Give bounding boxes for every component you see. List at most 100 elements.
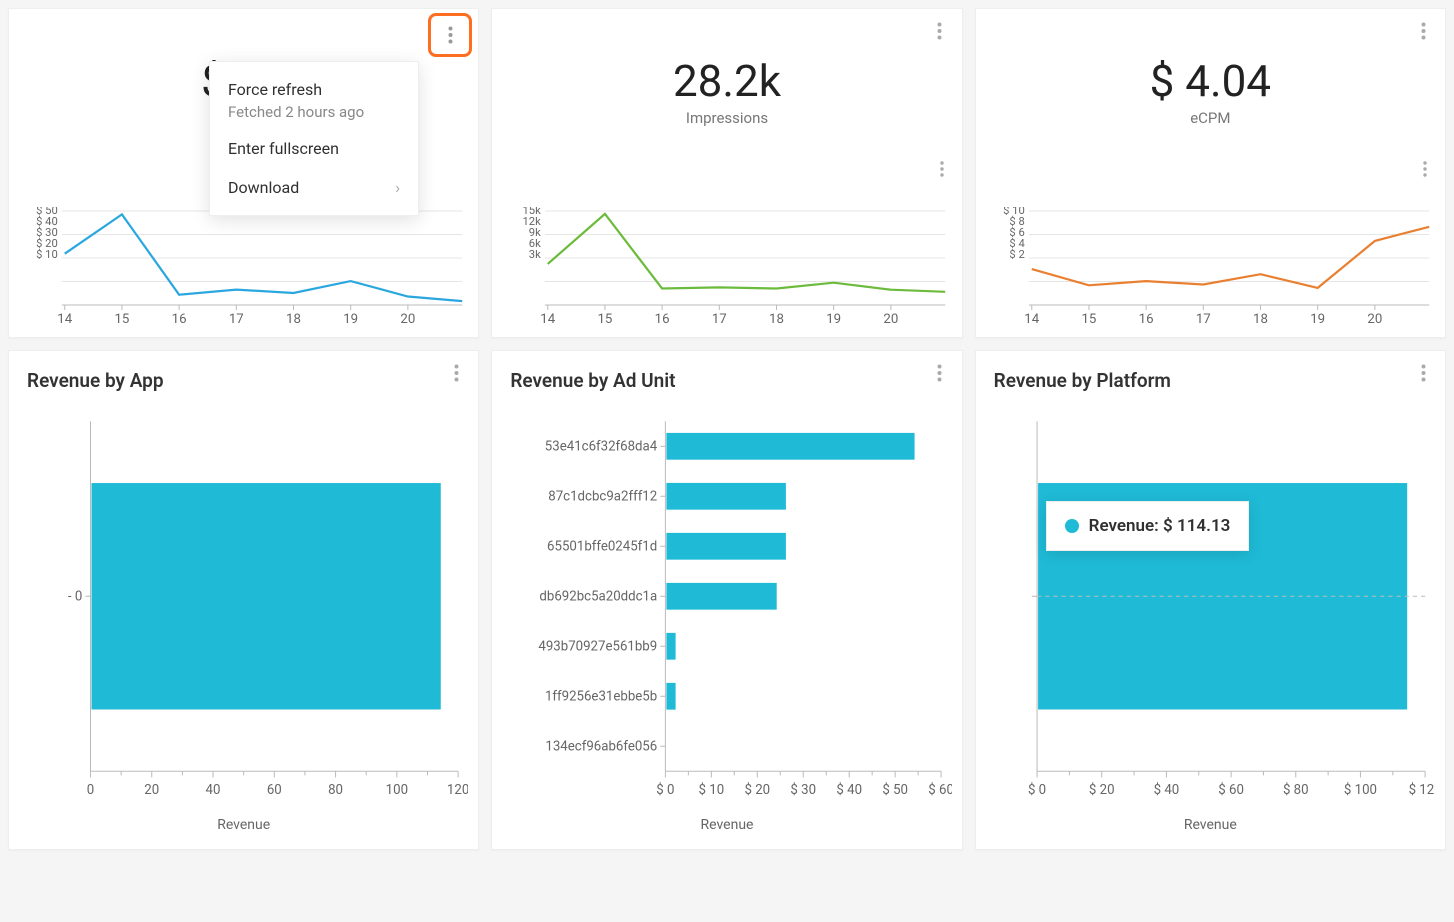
chart-body: 0 20 40 60 80 100 120 - 0 Revenue xyxy=(19,411,468,833)
svg-text:19: 19 xyxy=(827,312,842,327)
metric-value: $ 4.04 xyxy=(976,57,1445,105)
sparkline-revenue: $ 50$ 40$ 30$ 20$ 1014151617181920 xyxy=(19,207,468,327)
metric-card-impressions: 28.2k Impressions 15k12k9k6k3k1415161718… xyxy=(491,8,962,338)
x-axis-label: Revenue xyxy=(502,817,951,833)
x-axis-label: Revenue xyxy=(986,817,1435,833)
kebab-menu-button[interactable] xyxy=(1409,359,1437,387)
chart-card-revenue-by-adunit: Revenue by Ad Unit $ 0$ 10$ 20$ 30$ 40$ … xyxy=(491,350,962,850)
kebab-menu-button[interactable] xyxy=(926,17,954,45)
kebab-menu-button[interactable] xyxy=(442,359,470,387)
svg-text:$ 10: $ 10 xyxy=(36,248,58,261)
svg-text:17: 17 xyxy=(712,312,727,327)
menu-download-label: Download xyxy=(228,178,299,197)
metric-header: 28.2k Impressions xyxy=(492,9,961,127)
svg-text:53e41c6f32f68da4: 53e41c6f32f68da4 xyxy=(545,439,658,454)
card-action-menu: Force refresh Fetched 2 hours ago Enter … xyxy=(209,61,419,216)
kebab-icon xyxy=(448,26,453,44)
svg-text:$ 20: $ 20 xyxy=(1089,783,1115,798)
chart-title: Revenue by Ad Unit xyxy=(500,369,953,400)
svg-text:$ 120: $ 120 xyxy=(1408,783,1435,798)
chart-card-revenue-by-platform: Revenue by Platform $ 0$ 20$ 40$ 60$ 80$… xyxy=(975,350,1446,850)
svg-text:$ 40: $ 40 xyxy=(1153,783,1179,798)
kebab-icon xyxy=(1421,22,1426,40)
svg-text:- 0: - 0 xyxy=(68,589,82,604)
x-axis-label: Revenue xyxy=(19,817,468,833)
svg-text:80: 80 xyxy=(328,783,343,798)
kebab-menu-button[interactable] xyxy=(428,13,472,57)
svg-text:16: 16 xyxy=(172,312,187,327)
menu-enter-fullscreen[interactable]: Enter fullscreen xyxy=(210,129,418,168)
svg-text:15: 15 xyxy=(114,312,129,327)
chart-body: $ 0$ 20$ 40$ 60$ 80$ 100$ 120 Revenue: $… xyxy=(986,411,1435,833)
menu-fetched-status: Fetched 2 hours ago xyxy=(210,103,418,129)
metric-header: $ 4.04 eCPM xyxy=(976,9,1445,127)
kebab-icon xyxy=(1421,364,1426,382)
chart-body: $ 0$ 10$ 20$ 30$ 40$ 50$ 6053e41c6f32f68… xyxy=(502,411,951,833)
svg-text:20: 20 xyxy=(884,312,899,327)
tooltip-text: Revenue: $ 114.13 xyxy=(1089,516,1231,536)
svg-text:15: 15 xyxy=(598,312,613,327)
svg-text:1ff9256e31ebbe5b: 1ff9256e31ebbe5b xyxy=(545,689,657,704)
menu-download[interactable]: Download › xyxy=(210,168,418,207)
svg-text:$ 60: $ 60 xyxy=(929,783,952,798)
sparkline-impressions: 15k12k9k6k3k14151617181920 xyxy=(502,207,951,327)
svg-text:18: 18 xyxy=(286,312,301,327)
svg-text:100: 100 xyxy=(386,783,408,798)
chart-tooltip: Revenue: $ 114.13 xyxy=(1046,501,1250,551)
metric-label: Impressions xyxy=(492,109,961,127)
svg-text:0: 0 xyxy=(87,783,94,798)
svg-text:60: 60 xyxy=(267,783,282,798)
kebab-icon xyxy=(454,364,459,382)
svg-text:19: 19 xyxy=(1310,312,1325,327)
svg-text:db692bc5a20ddc1a: db692bc5a20ddc1a xyxy=(540,589,658,604)
svg-text:$ 50: $ 50 xyxy=(883,783,909,798)
svg-text:$ 20: $ 20 xyxy=(745,783,771,798)
svg-text:14: 14 xyxy=(1024,312,1040,327)
svg-text:15: 15 xyxy=(1081,312,1096,327)
svg-text:65501bffe0245f1d: 65501bffe0245f1d xyxy=(547,539,657,554)
svg-text:17: 17 xyxy=(1196,312,1211,327)
dashboard: $ 11 Revenue Force refresh Fetched 2 hou… xyxy=(0,0,1454,858)
svg-text:14: 14 xyxy=(541,312,557,327)
svg-text:40: 40 xyxy=(206,783,221,798)
svg-text:$ 0: $ 0 xyxy=(1028,783,1046,798)
kebab-menu-button[interactable] xyxy=(930,157,954,181)
svg-text:$ 40: $ 40 xyxy=(837,783,863,798)
svg-text:19: 19 xyxy=(343,312,358,327)
svg-text:134ecf96ab6fe056: 134ecf96ab6fe056 xyxy=(546,739,658,754)
tooltip-dot-icon xyxy=(1065,519,1079,533)
svg-text:$ 2: $ 2 xyxy=(1009,248,1024,261)
svg-text:18: 18 xyxy=(1253,312,1268,327)
sparkline-ecpm: $ 10$ 8$ 6$ 4$ 214151617181920 xyxy=(986,207,1435,327)
kebab-icon xyxy=(1423,161,1427,177)
metric-card-revenue: $ 11 Revenue Force refresh Fetched 2 hou… xyxy=(8,8,479,338)
svg-text:3k: 3k xyxy=(529,248,541,261)
svg-text:20: 20 xyxy=(144,783,159,798)
svg-text:17: 17 xyxy=(229,312,244,327)
svg-text:$ 0: $ 0 xyxy=(657,783,675,798)
svg-text:16: 16 xyxy=(1138,312,1153,327)
kebab-icon xyxy=(937,364,942,382)
chart-title: Revenue by Platform xyxy=(984,369,1437,400)
svg-text:18: 18 xyxy=(769,312,784,327)
kebab-menu-button[interactable] xyxy=(1413,157,1437,181)
kebab-menu-button[interactable] xyxy=(1409,17,1437,45)
metric-value: 28.2k xyxy=(492,57,961,105)
chart-title: Revenue by App xyxy=(17,369,470,400)
kebab-menu-button[interactable] xyxy=(926,359,954,387)
svg-text:16: 16 xyxy=(655,312,670,327)
svg-text:$ 30: $ 30 xyxy=(791,783,817,798)
metric-label: eCPM xyxy=(976,109,1445,127)
svg-text:120: 120 xyxy=(447,783,468,798)
chevron-right-icon: › xyxy=(395,178,400,197)
metric-card-ecpm: $ 4.04 eCPM $ 10$ 8$ 6$ 4$ 2141516171819… xyxy=(975,8,1446,338)
svg-text:14: 14 xyxy=(57,312,73,327)
svg-text:20: 20 xyxy=(1367,312,1382,327)
svg-text:20: 20 xyxy=(400,312,415,327)
svg-text:$ 100: $ 100 xyxy=(1344,783,1377,798)
svg-text:493b70927e561bb9: 493b70927e561bb9 xyxy=(539,639,658,654)
svg-text:$ 60: $ 60 xyxy=(1218,783,1244,798)
kebab-icon xyxy=(937,22,942,40)
card-grid: $ 11 Revenue Force refresh Fetched 2 hou… xyxy=(8,8,1446,850)
chart-card-revenue-by-app: Revenue by App 0 20 40 60 80 100 120 - 0 Revenu… xyxy=(8,350,479,850)
